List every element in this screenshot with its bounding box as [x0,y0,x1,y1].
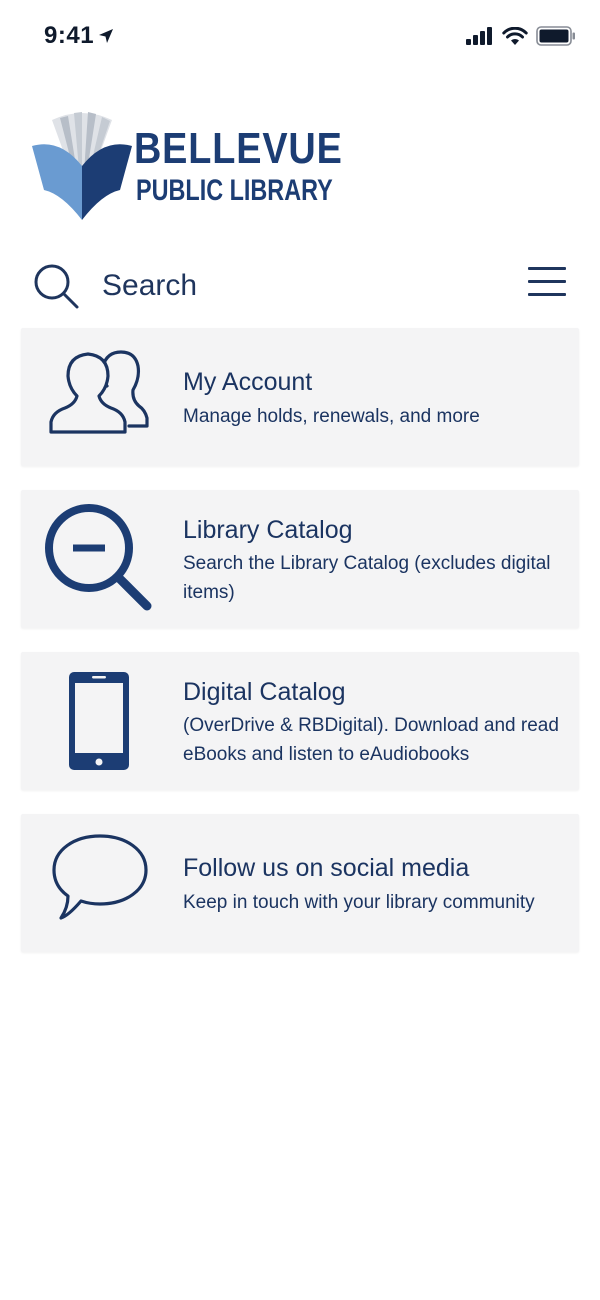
card-description: Manage holds, renewals, and more [183,406,480,427]
location-arrow-icon [99,29,113,43]
search-bar [30,258,570,314]
social-media-card[interactable]: Follow us on social media Keep in touch … [21,814,579,952]
signal-icon [466,27,492,45]
people-icon [49,350,149,434]
open-book-logo-icon [32,112,132,220]
wifi-icon [502,26,528,45]
card-title: Library Catalog [183,516,353,544]
search-icon[interactable] [32,262,80,310]
logo-subtitle: PUBLIC LIBRARY [136,174,333,207]
status-bar: 9:41 [0,0,600,72]
search-input[interactable] [102,264,482,308]
status-indicators [466,26,576,46]
card-description: (OverDrive & RBDigital). Download and re… [183,715,559,765]
battery-icon [536,26,575,46]
status-time: 9:41 [44,22,95,49]
digital-catalog-card[interactable]: Digital Catalog (OverDrive & RBDigital).… [21,652,579,790]
card-title: Follow us on social media [183,854,470,882]
library-logo: BELLEVUE PUBLIC LIBRARY [30,108,350,223]
card-description: Keep in touch with your library communit… [183,892,535,913]
card-description: Search the Library Catalog (excludes dig… [183,553,551,603]
library-catalog-card[interactable]: Library Catalog Search the Library Catal… [21,490,579,628]
hamburger-menu-icon[interactable] [528,264,568,300]
smartphone-icon [69,672,129,770]
logo-title: BELLEVUE [134,124,343,173]
magnifier-minus-icon [45,504,152,611]
card-title: My Account [183,368,313,396]
speech-bubble-icon [52,834,148,920]
my-account-card[interactable]: My Account Manage holds, renewals, and m… [21,328,579,466]
card-title: Digital Catalog [183,678,346,706]
